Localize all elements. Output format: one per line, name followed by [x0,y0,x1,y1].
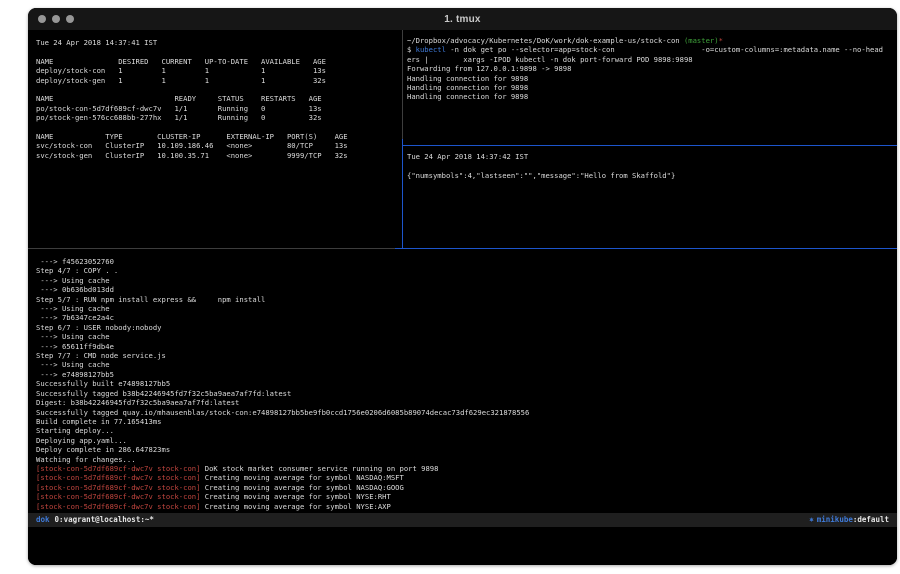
pane-skaffold-log[interactable]: ---> f45623052760Step 4/7 : COPY . . ---… [28,249,897,513]
terminal-line [407,161,897,170]
terminal-line: Successfully tagged b38b42246945fd7f32c5… [36,389,897,398]
terminal-line: [stock-con-5d7df689cf-dwc7v stock-con] C… [36,502,897,511]
terminal-line: Digest: b38b42246945fd7f32c5ba9aea7af7fd… [36,398,897,407]
zoom-button[interactable] [66,15,74,23]
terminal-line: Step 5/7 : RUN npm install express && np… [36,295,897,304]
kube-namespace: :default [853,515,889,524]
desktop: 1. tmux Tue 24 Apr 2018 14:37:41 IST NAM… [0,0,900,574]
terminal-line: ---> 65611ff9db4e [36,342,897,351]
tmux-status-bar: dok 0:vagrant@localhost:~* ⎈ minikube :d… [28,513,897,527]
terminal-line: Deploy complete in 286.647823ms [36,445,897,454]
titlebar[interactable]: 1. tmux [28,8,897,31]
tmux-top-row: Tue 24 Apr 2018 14:37:41 IST NAME DESIRE… [28,30,897,248]
terminal-line: ---> f45623052760 [36,257,897,266]
terminal-line: Successfully tagged quay.io/mhausenblas/… [36,408,897,417]
terminal-line: Build complete in 77.165413ms [36,417,897,426]
terminal-line: [stock-con-5d7df689cf-dwc7v stock-con] D… [36,464,897,473]
terminal-line: Tue 24 Apr 2018 14:37:41 IST [36,38,402,47]
terminal-line: svc/stock-gen ClusterIP 10.100.35.71 <no… [36,151,402,160]
status-window-item[interactable]: 0:vagrant@localhost:~* [55,515,154,524]
terminal-line: ---> 7b6347ce2a4c [36,313,897,322]
terminal-line: ---> Using cache [36,360,897,369]
session-name: dok [36,515,50,524]
terminal-line: svc/stock-con ClusterIP 10.109.186.46 <n… [36,141,402,150]
terminal-line: po/stock-gen-576cc688bb-277hx 1/1 Runnin… [36,113,402,122]
terminal-line: Handling connection for 9898 [407,92,897,101]
terminal-line: ---> Using cache [36,276,897,285]
tmux-right-column: ~/Dropbox/advocacy/Kubernetes/DoK/work/d… [403,30,897,248]
traffic-lights [38,15,74,23]
terminal-line: Handling connection for 9898 [407,74,897,83]
terminal-line: {"numsymbols":4,"lastseen":"","message":… [407,171,897,180]
pane-port-forward[interactable]: ~/Dropbox/advocacy/Kubernetes/DoK/work/d… [403,30,897,145]
window-title: 1. tmux [444,14,480,25]
terminal-line: Deploying app.yaml... [36,436,897,445]
terminal-line: ---> e74898127bb5 [36,370,897,379]
terminal-line: Step 6/7 : USER nobody:nobody [36,323,897,332]
kube-context: minikube [817,515,853,524]
terminal-line: Step 7/7 : CMD node service.js [36,351,897,360]
terminal-line: deploy/stock-con 1 1 1 1 13s [36,66,402,75]
terminal-line: NAME DESIRED CURRENT UP-TO-DATE AVAILABL… [36,57,402,66]
pane-service-output[interactable]: Tue 24 Apr 2018 14:37:42 IST {"numsymbol… [403,146,897,248]
terminal-line: Handling connection for 9898 [407,83,897,92]
terminal-line [36,123,402,132]
terminal-line: [stock-con-5d7df689cf-dwc7v stock-con] C… [36,492,897,501]
terminal-line: Step 4/7 : COPY . . [36,266,897,275]
terminal-line: [stock-con-5d7df689cf-dwc7v stock-con] C… [36,483,897,492]
terminal-bottom-padding [28,527,897,565]
terminal-line: Tue 24 Apr 2018 14:37:42 IST [407,152,897,161]
terminal-line: NAME READY STATUS RESTARTS AGE [36,94,402,103]
pane-kubectl-watch[interactable]: Tue 24 Apr 2018 14:37:41 IST NAME DESIRE… [28,30,402,248]
terminal-line: ers | xargs -IPOD kubectl -n dok port-fo… [407,55,897,64]
terminal-line: Starting deploy... [36,426,897,435]
terminal-line: ---> Using cache [36,332,897,341]
terminal-line: Successfully built e74898127bb5 [36,379,897,388]
terminal-line: ---> Using cache [36,304,897,313]
close-button[interactable] [38,15,46,23]
terminal-line: Forwarding from 127.0.0.1:9898 -> 9898 [407,64,897,73]
terminal-window: 1. tmux Tue 24 Apr 2018 14:37:41 IST NAM… [28,8,897,565]
tmux-terminal: Tue 24 Apr 2018 14:37:41 IST NAME DESIRE… [28,30,897,565]
terminal-line: NAME TYPE CLUSTER-IP EXTERNAL-IP PORT(S)… [36,132,402,141]
terminal-line: deploy/stock-gen 1 1 1 1 32s [36,76,402,85]
terminal-line: po/stock-con-5d7df689cf-dwc7v 1/1 Runnin… [36,104,402,113]
terminal-line: $ kubectl -n dok get po --selector=app=s… [407,45,897,54]
terminal-line [36,85,402,94]
terminal-line: Watching for changes... [36,455,897,464]
terminal-line [36,47,402,56]
terminal-line: [stock-con-5d7df689cf-dwc7v stock-con] C… [36,473,897,482]
kubernetes-helm-icon: ⎈ [809,515,814,524]
terminal-line: ~/Dropbox/advocacy/Kubernetes/DoK/work/d… [407,36,897,45]
minimize-button[interactable] [52,15,60,23]
terminal-line: ---> 0b636bd013dd [36,285,897,294]
